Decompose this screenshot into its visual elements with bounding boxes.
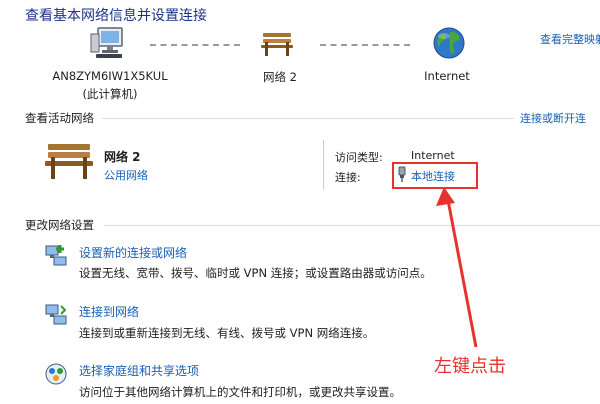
computer-icon bbox=[88, 26, 128, 60]
annotation-label: 左键点击 bbox=[434, 356, 506, 377]
connect-to-network-link[interactable]: 连接到网络 bbox=[79, 303, 139, 320]
bench-icon bbox=[259, 30, 295, 58]
setup-new-connection-desc: 设置无线、宽带、拨号、临时或 VPN 连接；或设置路由器或访问点。 bbox=[79, 266, 432, 280]
connect-to-network-desc: 连接到或重新连接到无线、有线、拨号或 VPN 网络连接。 bbox=[79, 326, 375, 340]
ethernet-plug-icon bbox=[397, 166, 407, 182]
connection-label: 连接: bbox=[335, 171, 361, 184]
homegroup-sharing-link[interactable]: 选择家庭组和共享选项 bbox=[79, 362, 199, 379]
active-networks-heading: 查看活动网络 bbox=[25, 111, 94, 125]
change-settings-divider bbox=[104, 225, 600, 226]
globe-icon bbox=[432, 26, 466, 60]
computer-sub: (此计算机) bbox=[82, 87, 138, 101]
public-network-link[interactable]: 公用网络 bbox=[104, 167, 148, 183]
network-map-name: 网络 2 bbox=[263, 70, 297, 84]
new-connection-icon bbox=[44, 243, 68, 267]
view-full-map-link[interactable]: 查看完整映射 bbox=[540, 31, 600, 47]
internet-label: Internet bbox=[424, 69, 470, 83]
connect-disconnect-link[interactable]: 连接或断开连 bbox=[520, 110, 586, 126]
network-bench-icon bbox=[42, 140, 96, 182]
active-network-name: 网络 2 bbox=[104, 150, 141, 164]
computer-name: AN8ZYM6IW1X5KUL bbox=[52, 69, 168, 83]
active-networks-divider bbox=[102, 118, 514, 119]
active-network-vertical-divider bbox=[323, 140, 324, 190]
homegroup-icon bbox=[44, 362, 68, 386]
map-connector-1 bbox=[150, 44, 240, 46]
page-title: 查看基本网络信息并设置连接 bbox=[25, 8, 207, 24]
connect-network-icon bbox=[44, 302, 68, 326]
change-settings-heading: 更改网络设置 bbox=[25, 218, 94, 232]
setup-new-connection-link[interactable]: 设置新的连接或网络 bbox=[79, 244, 187, 261]
access-type-value: Internet bbox=[411, 149, 455, 162]
access-type-label: 访问类型: bbox=[335, 151, 383, 164]
local-connection-link[interactable]: 本地连接 bbox=[411, 168, 455, 184]
homegroup-sharing-desc: 访问位于其他网络计算机上的文件和打印机，或更改共享设置。 bbox=[79, 385, 401, 399]
map-connector-2 bbox=[320, 44, 410, 46]
